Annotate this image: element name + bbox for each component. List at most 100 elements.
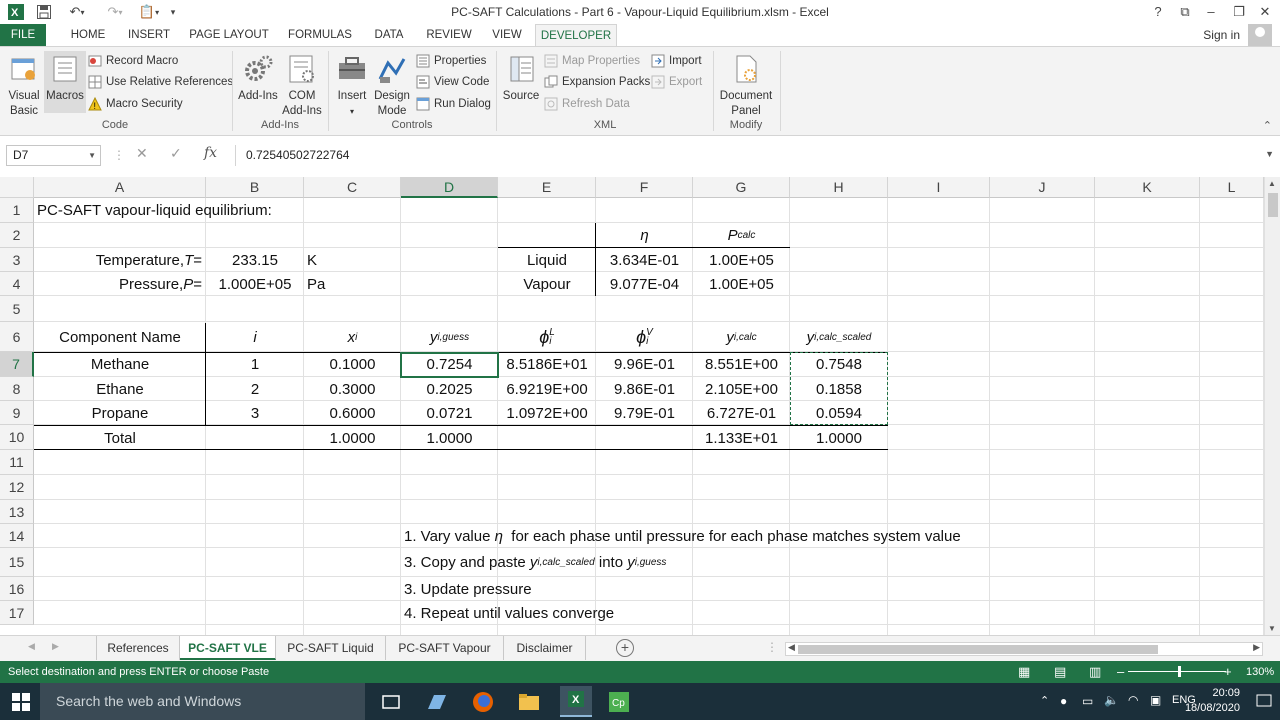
pressure-value[interactable]: 1.000E+05 [206,272,304,296]
close-button[interactable]: ✕ [1252,2,1278,22]
zoom-slider[interactable] [1128,666,1226,677]
horizontal-scroll-thumb[interactable] [798,645,1158,654]
sheet-tab-pc-saft-vapour[interactable]: PC-SAFT Vapour [386,636,504,660]
sheet-tab-disclaimer[interactable]: Disclaimer [504,636,586,660]
map-properties-button[interactable]: Map Properties [544,51,640,71]
formula-input[interactable]: 0.72540502722764 [235,145,1275,166]
volume-icon[interactable]: 🔈 [1104,693,1119,707]
file-explorer-icon[interactable] [516,689,542,715]
new-sheet-icon[interactable]: + [616,639,634,657]
cell-phiV-propane[interactable]: 9.79E-01 [596,401,693,425]
scroll-down-icon[interactable]: ▼ [1268,624,1276,633]
column-header-c[interactable]: C [304,177,401,198]
header-eta[interactable]: η [596,223,693,248]
header-component-name[interactable]: Component Name [34,322,206,352]
app-pinned-icon[interactable] [424,689,450,715]
cell-i-propane[interactable]: 3 [206,401,304,425]
cancel-icon[interactable]: ✕ [136,145,148,162]
header-pcalc[interactable]: Pcalc [693,223,790,248]
vapour-eta-value[interactable]: 9.077E-04 [596,272,693,296]
sheet-tab-pc-saft-liquid[interactable]: PC-SAFT Liquid [276,636,386,660]
help-button[interactable]: ? [1145,2,1171,22]
liquid-p-value[interactable]: 1.00E+05 [693,248,790,272]
row-header-5[interactable]: 5 [0,296,34,322]
tab-review[interactable]: REVIEW [420,24,478,46]
cell-x-propane[interactable]: 0.6000 [304,401,401,425]
enter-icon[interactable]: ✓ [170,145,182,162]
tab-insert[interactable]: INSERT [120,24,178,46]
firefox-icon[interactable] [470,689,496,715]
temperature-label[interactable]: Temperature, T = [34,248,206,272]
design-mode-button[interactable]: Design Mode [372,51,412,119]
column-header-h[interactable]: H [790,177,888,198]
record-macro-button[interactable]: Record Macro [88,51,178,71]
cell-name-propane[interactable]: Propane [34,401,206,425]
view-code-button[interactable]: View Code [416,72,489,92]
notifications-icon[interactable] [1254,691,1274,711]
row-header-4[interactable]: 4 [0,272,34,296]
camtasia-icon[interactable]: Cp [606,689,632,715]
chevron-down-icon[interactable]: ▼ [88,146,96,165]
header-y-calc-scaled[interactable]: y i,calc_scaled [790,322,888,352]
sheet-tab-pc-saft-vle[interactable]: PC-SAFT VLE [180,636,276,660]
cell-yc-methane[interactable]: 8.551E+00 [693,352,790,377]
column-header-a[interactable]: A [34,177,206,198]
column-header-e[interactable]: E [498,177,596,198]
cell-phiV-ethane[interactable]: 9.86E-01 [596,377,693,401]
scroll-up-icon[interactable]: ▲ [1268,179,1276,188]
document-panel-button[interactable]: Document Panel [716,51,776,119]
macro-security-button[interactable]: ! Macro Security [88,94,183,114]
column-header-k[interactable]: K [1095,177,1200,198]
tab-splitter-icon[interactable]: ⋮ [766,640,778,654]
cell-yg-ethane[interactable]: 0.2025 [401,377,498,401]
tab-view[interactable]: VIEW [486,24,528,46]
visual-basic-button[interactable]: Visual Basic [4,51,44,119]
cell-yc-propane[interactable]: 6.727E-01 [693,401,790,425]
expansion-packs-button[interactable]: Expansion Packs [544,72,650,92]
tab-file[interactable]: FILE [0,24,46,46]
insert-function-icon[interactable]: fx [204,145,217,161]
sign-in-link[interactable]: Sign in [1203,28,1240,42]
cell-i-methane[interactable]: 1 [206,352,304,377]
row-header-17[interactable]: 17 [0,601,34,625]
tab-page-layout[interactable]: PAGE LAYOUT [186,24,272,46]
relative-references-button[interactable]: Use Relative References [88,72,233,92]
tab-developer[interactable]: DEVELOPER [535,24,617,46]
column-header-b[interactable]: B [206,177,304,198]
total-x[interactable]: 1.0000 [304,426,401,450]
active-cell-outline[interactable] [400,352,499,378]
cell-phiL-ethane[interactable]: 6.9219E+00 [498,377,596,401]
temperature-unit[interactable]: K [304,248,401,272]
normal-view-icon[interactable]: ▦ [1018,661,1030,683]
total-y-scaled[interactable]: 1.0000 [790,426,888,450]
cell-phiL-methane[interactable]: 8.5186E+01 [498,352,596,377]
action-center-icon[interactable]: ▣ [1150,693,1161,707]
select-all-corner[interactable] [0,177,34,198]
taskbar-search-input[interactable]: Search the web and Windows [40,683,365,720]
source-button[interactable]: Source [500,51,542,104]
scroll-tabs-right-icon[interactable]: ▶ [52,641,59,652]
pressure-unit[interactable]: Pa [304,272,401,296]
tab-formulas[interactable]: FORMULAS [282,24,358,46]
sheet-tab-references[interactable]: References [96,636,180,660]
zoom-level[interactable]: 130% [1246,661,1274,683]
vapour-p-value[interactable]: 1.00E+05 [693,272,790,296]
header-y-guess[interactable]: y i,guess [401,322,498,352]
cell-x-methane[interactable]: 0.1000 [304,352,401,377]
zoom-out-button[interactable]: – [1117,661,1124,683]
header-phi-vapour[interactable]: ϕVi [596,322,693,352]
column-header-i[interactable]: I [888,177,990,198]
note-1[interactable]: 1. Vary value η for each phase until pre… [401,524,1101,548]
export-button[interactable]: Export [651,72,702,92]
column-header-j[interactable]: J [990,177,1095,198]
vertical-scroll-thumb[interactable] [1268,193,1278,217]
run-dialog-button[interactable]: Run Dialog [416,94,491,114]
cell-i-ethane[interactable]: 2 [206,377,304,401]
row-header-8[interactable]: 8 [0,377,34,401]
row-header-1[interactable]: 1 [0,198,34,223]
row-header-15[interactable]: 15 [0,548,34,577]
battery-icon[interactable]: ▭ [1082,694,1093,708]
zoom-slider-thumb[interactable] [1178,666,1181,677]
liquid-eta-value[interactable]: 3.634E-01 [596,248,693,272]
properties-button[interactable]: Properties [416,51,486,71]
